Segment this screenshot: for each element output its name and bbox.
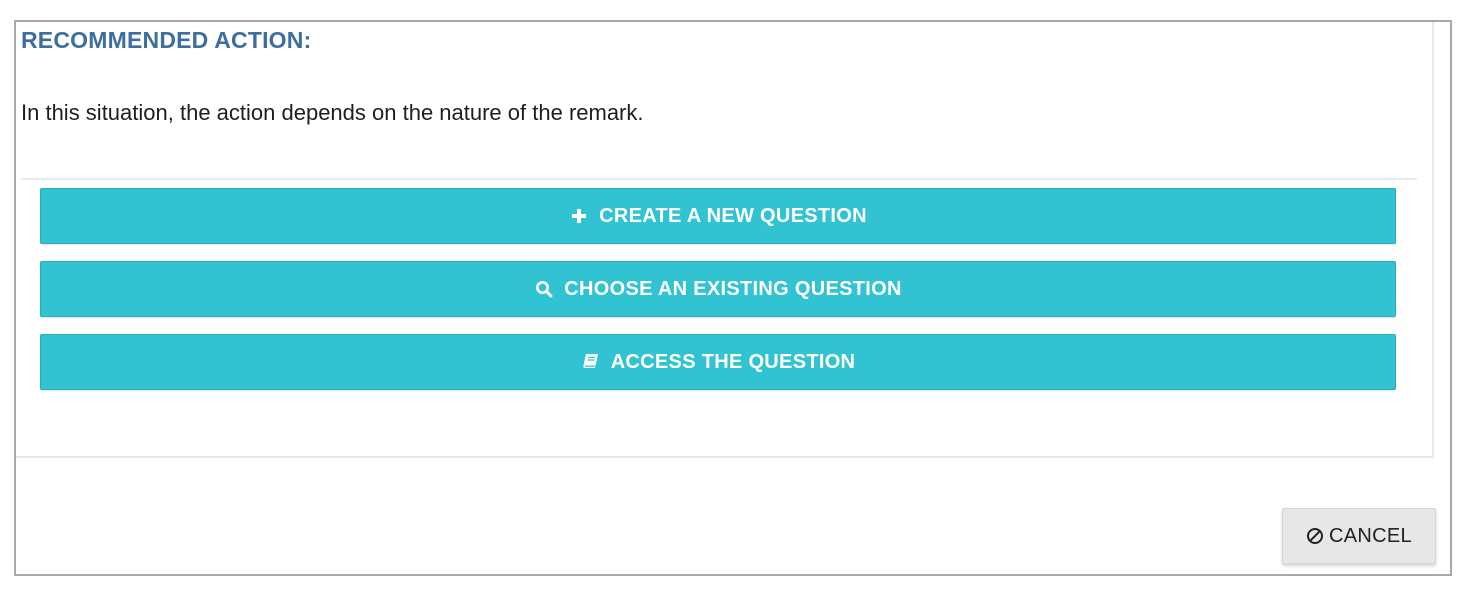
plus-icon xyxy=(569,206,589,226)
recommendation-description: In this situation, the action depends on… xyxy=(21,100,644,125)
cancel-button[interactable]: CANCEL xyxy=(1282,508,1436,564)
ban-icon xyxy=(1306,527,1324,545)
create-new-question-button[interactable]: CREATE A NEW QUESTION xyxy=(40,188,1396,244)
separator xyxy=(21,178,1417,180)
choose-existing-question-button[interactable]: CHOOSE AN EXISTING QUESTION xyxy=(40,261,1396,317)
create-new-question-label: CREATE A NEW QUESTION xyxy=(599,204,867,227)
cancel-label: CANCEL xyxy=(1329,524,1412,547)
access-question-button[interactable]: ACCESS THE QUESTION xyxy=(40,334,1396,390)
search-icon xyxy=(534,279,554,299)
recommendation-panel: RECOMMENDED ACTION: In this situation, t… xyxy=(16,22,1434,458)
dialog: RECOMMENDED ACTION: In this situation, t… xyxy=(14,20,1452,576)
recommended-action-heading: RECOMMENDED ACTION: xyxy=(21,27,312,53)
access-question-label: ACCESS THE QUESTION xyxy=(610,350,856,373)
choose-existing-question-label: CHOOSE AN EXISTING QUESTION xyxy=(564,277,902,300)
book-icon xyxy=(581,352,601,372)
